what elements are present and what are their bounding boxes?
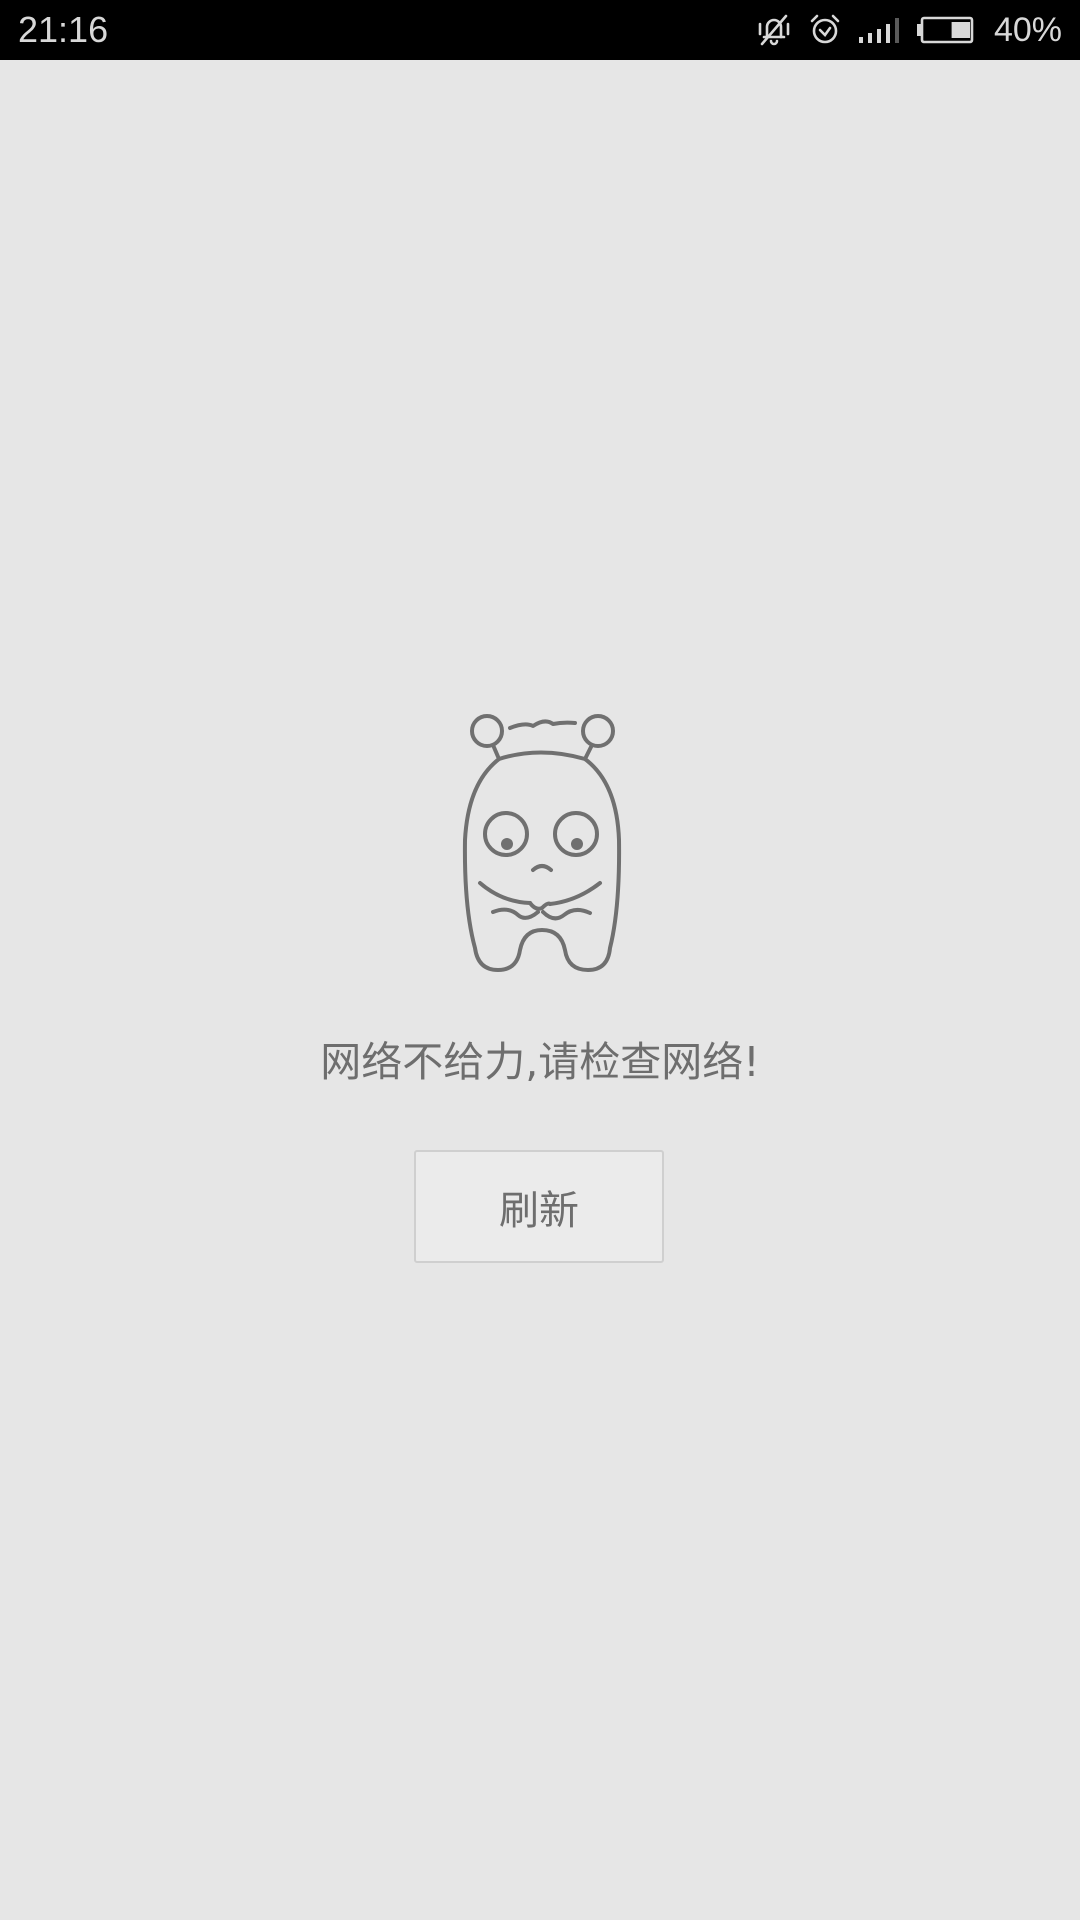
refresh-button[interactable]: 刷新 [414, 1150, 664, 1263]
status-icons: 40% [756, 0, 1062, 60]
status-bar: 21:16 40% [0, 0, 1080, 60]
network-error-message: 网络不给力,请检查网络! [320, 1038, 760, 1086]
status-time: 21:16 [18, 9, 109, 50]
vibrate-off-icon [758, 14, 790, 46]
signal-icon [858, 18, 899, 43]
battery-icon [916, 16, 974, 44]
alarm-icon [810, 14, 840, 44]
sad-monster-icon [462, 714, 622, 972]
battery-percent: 40% [993, 11, 1062, 49]
